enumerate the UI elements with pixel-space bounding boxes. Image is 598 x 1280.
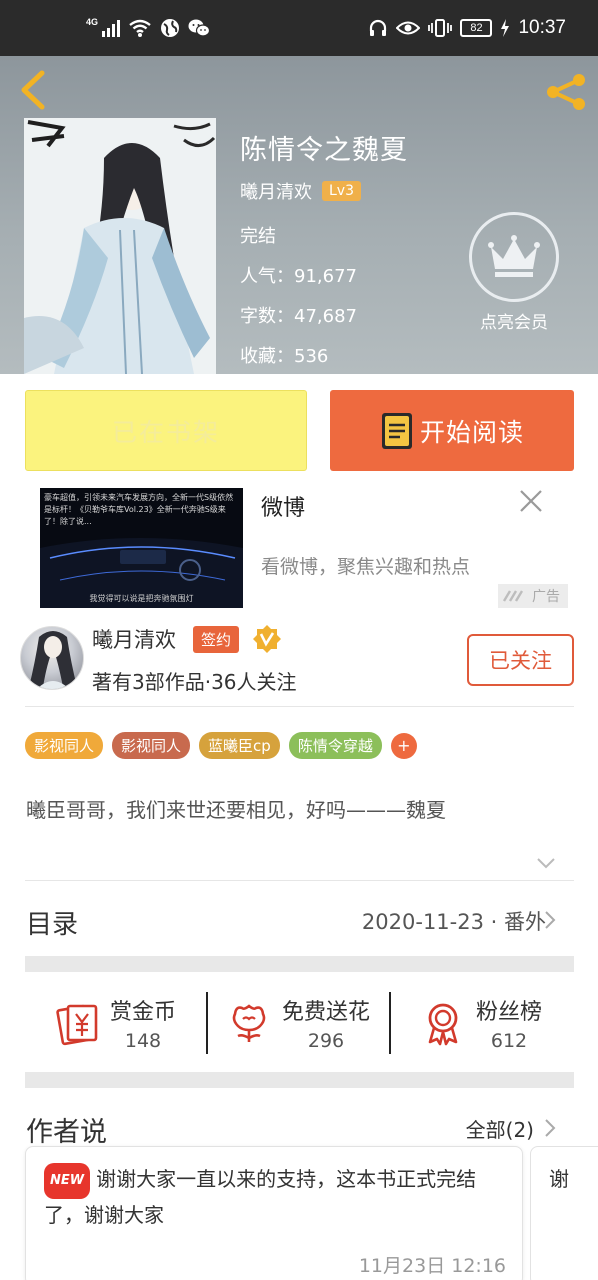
- eye-icon: [396, 21, 421, 35]
- stat-value: 296: [307, 1030, 345, 1052]
- book-icon: [381, 412, 412, 449]
- status-bar: 4G 82 10:37: [0, 0, 598, 56]
- wifi-icon: [129, 19, 151, 37]
- interaction-stats: 赏金币 148 免费送花 296 粉丝榜 612: [0, 988, 598, 1058]
- vibrate-icon: [428, 19, 453, 37]
- ad-logo-icon: [502, 590, 524, 602]
- fan-ranking[interactable]: 粉丝榜 612: [420, 988, 542, 1058]
- stat-value: 612: [490, 1030, 528, 1052]
- book-detail-content: 已在书架 开始阅读 豪车超值，引领未来汽车发展方向，全新一代S级依然是标杆！《贝…: [0, 374, 598, 1280]
- red-envelope-icon: [56, 1004, 98, 1046]
- author-says-title: 作者说: [26, 1117, 107, 1148]
- ad-title: 微博: [261, 496, 306, 521]
- status-right: 82 10:37: [368, 14, 566, 42]
- author-says-all-link[interactable]: 全部(2): [466, 1114, 534, 1143]
- chevron-down-icon[interactable]: [536, 856, 556, 870]
- globe-icon: [161, 19, 180, 37]
- in-bookshelf-button[interactable]: 已在书架: [25, 390, 307, 471]
- level-badge: Lv3: [322, 181, 361, 201]
- book-author[interactable]: 曦月清欢 Lv3: [240, 178, 361, 204]
- ad-image[interactable]: 豪车超值，引领未来汽车发展方向，全新一代S级依然是标杆！《贝勒爷车库Vol.23…: [40, 488, 243, 608]
- author-row[interactable]: 曦月清欢 签约 著有3部作品·36人关注 已关注: [0, 624, 598, 706]
- book-status: 完结: [240, 226, 276, 247]
- send-flowers[interactable]: 免费送花 296: [226, 988, 370, 1058]
- catalog-latest-chapter[interactable]: 2020-11-23 · 番外: [362, 906, 546, 936]
- flower-icon: [232, 1004, 266, 1042]
- author-message-preview: 谢: [549, 1167, 569, 1191]
- followed-button[interactable]: 已关注: [467, 634, 574, 686]
- ad-banner[interactable]: 豪车超值，引领未来汽车发展方向，全新一代S级依然是标杆！《贝勒爷车库Vol.23…: [25, 486, 574, 616]
- author-name[interactable]: 曦月清欢: [92, 624, 176, 654]
- vip-label: 点亮会员: [480, 313, 548, 333]
- ad-description: 看微博，聚焦兴趣和热点: [261, 556, 471, 578]
- author-message-card[interactable]: 谢: [530, 1146, 598, 1280]
- start-reading-button[interactable]: 开始阅读: [330, 390, 574, 471]
- divider: [389, 992, 391, 1054]
- headphones-icon: [370, 19, 387, 36]
- section-separator: [25, 1072, 574, 1088]
- start-reading-label: 开始阅读: [419, 417, 524, 447]
- charging-icon: [501, 19, 510, 37]
- status-left: 4G: [86, 14, 211, 42]
- avatar[interactable]: [20, 626, 84, 690]
- tag-item[interactable]: 陈情令穿越: [288, 732, 382, 759]
- stat-label: 粉丝榜: [476, 1000, 543, 1025]
- stat-label: 免费送花: [282, 1000, 371, 1025]
- tag-item[interactable]: 影视同人: [112, 732, 191, 759]
- stat-label: 赏金币: [110, 1000, 177, 1025]
- book-favorites: 收藏：536: [240, 346, 329, 367]
- divider: [25, 880, 574, 881]
- wechat-icon: [188, 19, 211, 37]
- book-popularity: 人气：91,677: [240, 266, 357, 287]
- author-message-text: 谢谢大家一直以来的支持，这本书正式完结了，谢谢大家: [44, 1167, 477, 1227]
- book-header: 陈情令之魏夏 曦月清欢 Lv3 完结 人气：91,677 字数：47,687 收…: [0, 56, 598, 374]
- tag-list: 影视同人 影视同人 蓝曦臣cp 陈情令穿越 +: [25, 732, 417, 759]
- share-icon[interactable]: [544, 72, 588, 112]
- ad-tag-label: 广告: [532, 589, 560, 605]
- stat-value: 148: [124, 1030, 162, 1052]
- reward-coins[interactable]: 赏金币 148: [54, 988, 176, 1058]
- divider: [206, 992, 208, 1054]
- chevron-right-icon[interactable]: [544, 1118, 556, 1138]
- author-message-card[interactable]: NEW 谢谢大家一直以来的支持，这本书正式完结了，谢谢大家 11月23日 12:1…: [25, 1146, 523, 1280]
- divider: [25, 706, 574, 707]
- vip-button[interactable]: 点亮会员: [466, 212, 562, 333]
- close-icon[interactable]: [518, 488, 544, 514]
- status-time: 10:37: [518, 17, 566, 38]
- new-badge: NEW: [44, 1163, 91, 1199]
- battery-icon: 82: [460, 19, 493, 37]
- author-message: NEW 谢谢大家一直以来的支持，这本书正式完结了，谢谢大家: [44, 1163, 506, 1231]
- back-icon[interactable]: [18, 70, 46, 110]
- book-word-count: 字数：47,687: [240, 306, 357, 327]
- author-stats: 著有3部作品·36人关注: [92, 670, 297, 694]
- signal-icon: [102, 19, 121, 37]
- verified-v-icon: [253, 625, 281, 653]
- signed-badge: 签约: [193, 626, 240, 653]
- book-author-name[interactable]: 曦月清欢: [240, 178, 312, 204]
- author-message-time: 11月23日 12:16: [358, 1255, 506, 1277]
- crown-icon: [469, 212, 559, 302]
- book-intro: 曦臣哥哥，我们来世还要相见，好吗———魏夏: [26, 798, 446, 822]
- section-separator: [25, 956, 574, 972]
- chevron-right-icon: [545, 911, 556, 929]
- tag-item[interactable]: 影视同人: [25, 732, 104, 759]
- catalog-row[interactable]: 目录 2020-11-23 · 番外: [0, 884, 598, 958]
- add-tag-button[interactable]: +: [390, 732, 417, 759]
- network-type: 4G: [86, 17, 99, 27]
- book-title: 陈情令之魏夏: [240, 135, 408, 166]
- book-cover-image[interactable]: [24, 118, 216, 374]
- tag-item[interactable]: 蓝曦臣cp: [199, 732, 280, 759]
- ad-image-caption: 我觉得可以说是把奔驰氛围灯: [89, 594, 194, 603]
- ad-tag: 广告: [498, 584, 568, 608]
- catalog-title: 目录: [26, 910, 79, 940]
- ad-image-text: 豪车超值，引领未来汽车发展方向，全新一代S级依然是标杆！《贝勒爷车库Vol.23…: [44, 493, 234, 526]
- award-ribbon-icon: [428, 1003, 458, 1046]
